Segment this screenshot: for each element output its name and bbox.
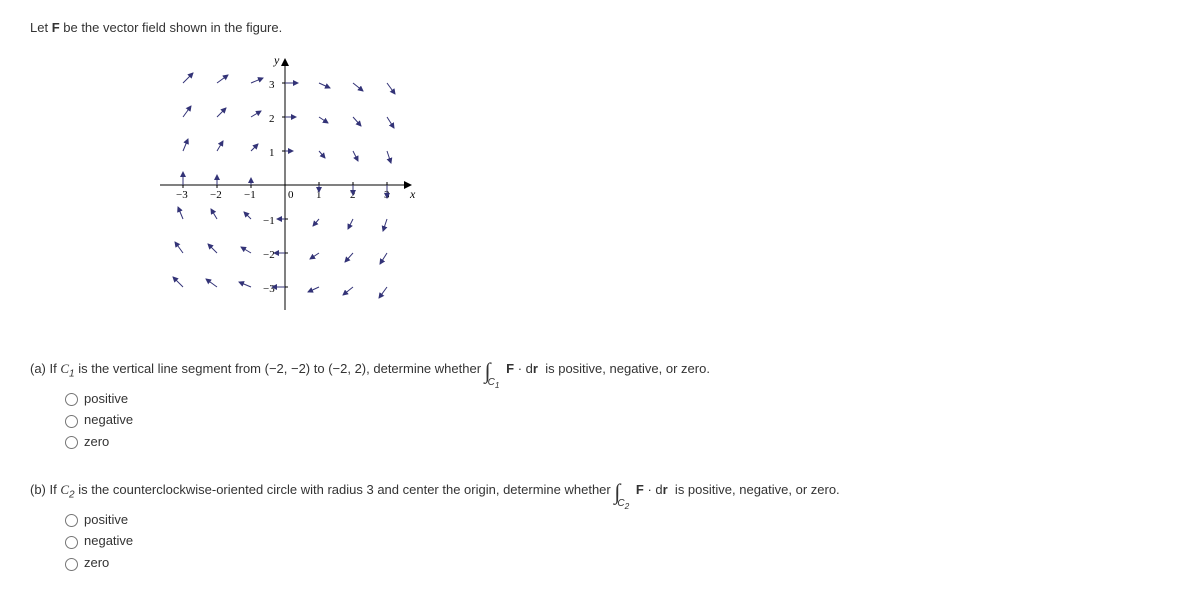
option-a-positive-label: positive <box>84 391 128 406</box>
svg-text:x: x <box>409 187 416 201</box>
option-a-positive[interactable] <box>65 393 78 406</box>
svg-text:−3: −3 <box>263 283 275 295</box>
svg-text:3: 3 <box>269 79 275 91</box>
svg-text:y: y <box>273 53 280 67</box>
svg-text:−2: −2 <box>263 249 275 261</box>
problem-prompt: Let F be the vector field shown in the f… <box>30 20 1170 35</box>
question-b-text: (b) If C2 is the counterclockwise-orient… <box>30 474 1170 503</box>
svg-text:−1: −1 <box>263 215 275 227</box>
option-a-negative[interactable] <box>65 415 78 428</box>
vector-field-figure: x y −3 −2 −1 0 1 2 3 3 2 1 −1 −2 −3 <box>150 50 1170 323</box>
option-a-zero[interactable] <box>65 436 78 449</box>
question-a-seg1: is the vertical line segment from (−2, −… <box>78 361 484 376</box>
question-b-label: (b) If <box>30 482 60 497</box>
question-a-label: (a) If <box>30 361 60 376</box>
question-a-options: positive negative zero <box>60 390 1170 450</box>
option-a-negative-label: negative <box>84 412 133 427</box>
option-b-negative[interactable] <box>65 536 78 549</box>
svg-text:1: 1 <box>269 147 275 159</box>
option-b-positive[interactable] <box>65 514 78 527</box>
option-b-positive-label: positive <box>84 512 128 527</box>
svg-text:−1: −1 <box>244 189 256 201</box>
option-a-zero-label: zero <box>84 434 109 449</box>
question-a: (a) If C1 is the vertical line segment f… <box>30 353 1170 449</box>
svg-text:−3: −3 <box>176 189 188 201</box>
question-a-text: (a) If C1 is the vertical line segment f… <box>30 353 1170 382</box>
svg-text:−2: −2 <box>210 189 222 201</box>
option-b-zero-label: zero <box>84 555 109 570</box>
question-b: (b) If C2 is the counterclockwise-orient… <box>30 474 1170 570</box>
question-b-seg1: is the counterclockwise-oriented circle … <box>78 482 614 497</box>
svg-text:0: 0 <box>288 189 294 201</box>
question-b-options: positive negative zero <box>60 511 1170 571</box>
svg-text:2: 2 <box>269 113 275 125</box>
option-b-negative-label: negative <box>84 534 133 549</box>
